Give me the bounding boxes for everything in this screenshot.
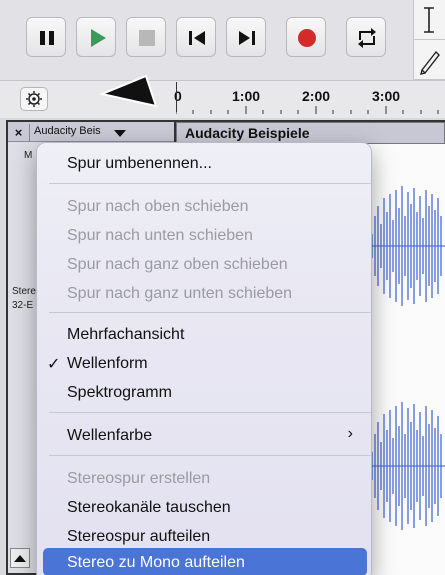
timeline-settings-button[interactable] (20, 87, 48, 111)
loop-icon (358, 28, 376, 48)
menu-item-move-track-to-bottom: Spur nach ganz unten schieben (67, 285, 293, 302)
skip-to-end-icon (239, 31, 255, 45)
ruler-ticks (176, 104, 439, 114)
track-format-label: 32-E (12, 300, 34, 311)
play-icon (91, 29, 106, 47)
tools-strip (413, 0, 445, 80)
menu-item-rename-track[interactable]: Spur umbenennen... (67, 155, 212, 173)
menu-separator (49, 455, 371, 456)
record-icon (298, 29, 316, 47)
track-context-menu: Spur umbenennen... Spur nach oben schieb… (36, 142, 372, 575)
skip-to-start-button[interactable] (176, 17, 216, 57)
loop-button[interactable] (346, 17, 386, 57)
pause-icon (40, 31, 54, 45)
ruler-label: 1:00 (232, 88, 261, 104)
record-button[interactable] (286, 17, 326, 57)
i-beam-icon (424, 7, 434, 33)
stop-button[interactable] (126, 17, 166, 57)
menu-item-multi-view[interactable]: Mehrfachansicht (67, 326, 184, 344)
menu-separator (49, 412, 371, 413)
menu-item-wave-color[interactable]: Wellenfarbe (67, 427, 152, 445)
triangle-up-icon (14, 555, 26, 562)
stop-icon (139, 30, 155, 46)
menu-item-swap-stereo-channels[interactable]: Stereokanäle tauschen (67, 499, 231, 517)
ruler-label: 2:00 (302, 88, 331, 104)
menu-item-move-track-down: Spur nach unten schieben (67, 227, 253, 244)
menu-item-make-stereo-track: Stereospur erstellen (67, 470, 211, 487)
menu-item-move-track-to-top: Spur nach ganz oben schieben (67, 256, 288, 273)
chevron-right-icon: › (347, 425, 353, 442)
close-track-button[interactable]: × (8, 124, 30, 142)
menu-item-spectrogram[interactable]: Spektrogramm (67, 384, 172, 402)
menu-item-split-stereo-track[interactable]: Stereospur aufteilen (67, 528, 210, 546)
selection-tool[interactable] (414, 0, 445, 40)
collapse-track-button[interactable] (10, 548, 30, 568)
menu-item-move-track-up: Spur nach oben schieben (67, 198, 249, 215)
chevron-down-icon (114, 130, 126, 137)
pause-button[interactable] (26, 17, 66, 57)
skip-to-start-icon (189, 31, 205, 45)
pencil-icon (420, 50, 440, 75)
transport-toolbar (0, 0, 445, 80)
play-button[interactable] (76, 17, 116, 57)
ruler-label: 3:00 (372, 88, 401, 104)
menu-separator (49, 183, 371, 184)
clip-title[interactable]: Audacity Beispiele (176, 122, 445, 144)
mute-label: M (24, 150, 33, 161)
check-icon: ✓ (47, 356, 61, 373)
menu-separator (49, 312, 371, 313)
track-info-label: Stere (12, 286, 36, 297)
track-name-menu-button[interactable]: Audacity Beis (34, 125, 101, 137)
gear-icon (26, 91, 42, 107)
menu-item-waveform[interactable]: Wellenform (67, 355, 148, 373)
pointer-arrow-icon (100, 74, 158, 108)
skip-to-end-button[interactable] (226, 17, 266, 57)
menu-item-split-stereo-to-mono[interactable]: Stereo zu Mono aufteilen (67, 554, 245, 572)
draw-tool[interactable] (414, 40, 445, 80)
